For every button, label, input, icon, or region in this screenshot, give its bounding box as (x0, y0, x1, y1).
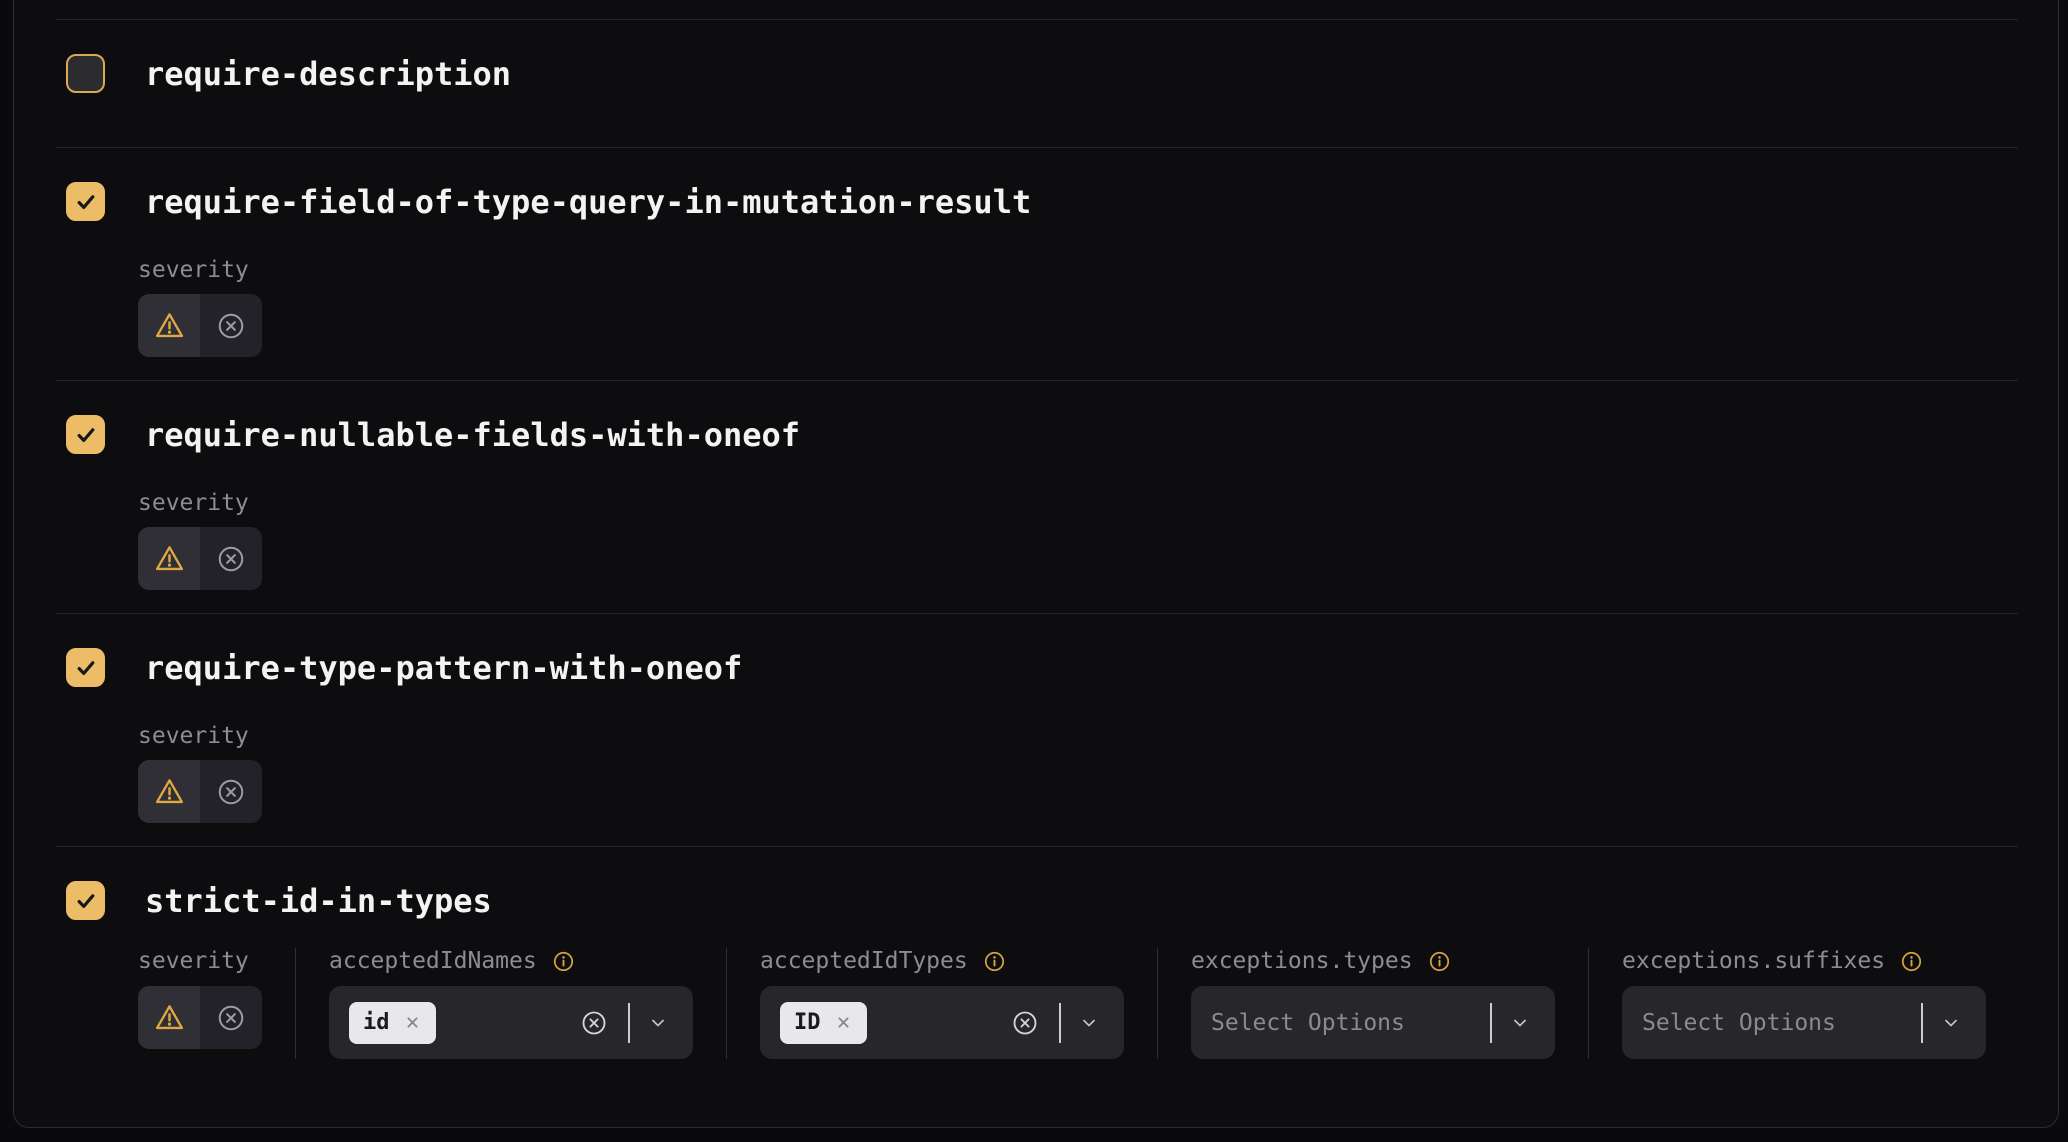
option-section-exceptions-types: exceptions.types Select Options (1191, 948, 1555, 1059)
chevron-down-icon[interactable] (1940, 1012, 1962, 1034)
x-circle-icon (216, 544, 246, 574)
severity-toggle-group (138, 294, 262, 357)
x-circle-icon (216, 777, 246, 807)
x-mark-icon[interactable] (403, 1013, 422, 1032)
section-divider (1157, 948, 1158, 1059)
x-circle-icon (216, 311, 246, 341)
severity-toggle-group (138, 760, 262, 823)
warning-triangle-icon (154, 310, 185, 341)
severity-off-button[interactable] (200, 527, 262, 590)
rule-row-require-type-pattern-with-oneof: require-type-pattern-with-oneof severity (56, 613, 2018, 846)
rule-options-bar: severity acceptedIdNames (138, 948, 2018, 1059)
severity-label: severity (138, 490, 2018, 516)
rules-config-panel: require-description require-field-of-typ… (13, 0, 2059, 1128)
select-placeholder: Select Options (1211, 1010, 1405, 1036)
chevron-down-icon[interactable] (1509, 1012, 1531, 1034)
rules-list: require-description require-field-of-typ… (56, 19, 2018, 1129)
rule-checkbox[interactable] (66, 881, 105, 920)
checkmark-icon (74, 889, 98, 913)
rule-title: require-type-pattern-with-oneof (145, 649, 742, 687)
option-label: exceptions.types (1191, 948, 1413, 974)
severity-off-button[interactable] (200, 294, 262, 357)
section-divider (1588, 948, 1589, 1059)
severity-toggle-group (138, 527, 262, 590)
info-circle-icon[interactable] (1900, 950, 1923, 973)
rule-checkbox[interactable] (66, 54, 105, 93)
warning-triangle-icon (154, 543, 185, 574)
x-circle-icon (216, 1003, 246, 1033)
section-divider (295, 948, 296, 1059)
rule-row-require-description: require-description (56, 19, 2018, 147)
rule-title: require-nullable-fields-with-oneof (145, 416, 800, 454)
severity-label: severity (138, 257, 2018, 283)
x-mark-icon[interactable] (834, 1013, 853, 1032)
select-placeholder: Select Options (1642, 1010, 1836, 1036)
selected-tag: ID (780, 1002, 867, 1044)
info-circle-icon[interactable] (552, 950, 575, 973)
option-label: acceptedIdNames (329, 948, 537, 974)
select-separator (628, 1003, 630, 1043)
rule-row-strict-id-in-types: strict-id-in-types severity (56, 846, 2018, 1129)
rule-title: require-field-of-type-query-in-mutation-… (145, 183, 1031, 221)
option-section-exceptions-suffixes: exceptions.suffixes Select Options (1622, 948, 1986, 1059)
exceptions-suffixes-multiselect[interactable]: Select Options (1622, 986, 1986, 1059)
chevron-down-icon[interactable] (1078, 1012, 1100, 1034)
option-section-severity: severity (138, 948, 262, 1059)
rule-title: require-description (145, 55, 511, 93)
severity-toggle-group (138, 986, 262, 1049)
rule-checkbox[interactable] (66, 648, 105, 687)
rule-checkbox[interactable] (66, 182, 105, 221)
exceptions-types-multiselect[interactable]: Select Options (1191, 986, 1555, 1059)
severity-warn-button[interactable] (138, 986, 200, 1049)
tag-label: id (363, 1010, 390, 1035)
rule-title: strict-id-in-types (145, 882, 492, 920)
info-circle-icon[interactable] (983, 950, 1006, 973)
acceptedIdNames-multiselect[interactable]: id (329, 986, 693, 1059)
clear-all-icon[interactable] (1011, 1009, 1039, 1037)
section-divider (726, 948, 727, 1059)
select-separator (1059, 1003, 1061, 1043)
severity-off-button[interactable] (200, 760, 262, 823)
severity-label: severity (138, 948, 249, 974)
warning-triangle-icon (154, 1002, 185, 1033)
select-separator (1490, 1003, 1492, 1043)
checkmark-icon (74, 656, 98, 680)
severity-warn-button[interactable] (138, 527, 200, 590)
checkmark-icon (74, 423, 98, 447)
option-label: acceptedIdTypes (760, 948, 968, 974)
clear-all-icon[interactable] (580, 1009, 608, 1037)
checkmark-icon (74, 190, 98, 214)
rule-row-require-field-of-type-query-in-mutation-result: require-field-of-type-query-in-mutation-… (56, 147, 2018, 380)
rule-row-require-nullable-fields-with-oneof: require-nullable-fields-with-oneof sever… (56, 380, 2018, 613)
severity-off-button[interactable] (200, 986, 262, 1049)
info-circle-icon[interactable] (1428, 950, 1451, 973)
severity-label: severity (138, 723, 2018, 749)
option-section-acceptedIdNames: acceptedIdNames id (329, 948, 693, 1059)
warning-triangle-icon (154, 776, 185, 807)
severity-warn-button[interactable] (138, 760, 200, 823)
severity-warn-button[interactable] (138, 294, 200, 357)
option-label: exceptions.suffixes (1622, 948, 1885, 974)
chevron-down-icon[interactable] (647, 1012, 669, 1034)
tag-label: ID (794, 1010, 821, 1035)
option-section-acceptedIdTypes: acceptedIdTypes ID (760, 948, 1124, 1059)
rule-checkbox[interactable] (66, 415, 105, 454)
selected-tag: id (349, 1002, 436, 1044)
acceptedIdTypes-multiselect[interactable]: ID (760, 986, 1124, 1059)
select-separator (1921, 1003, 1923, 1043)
